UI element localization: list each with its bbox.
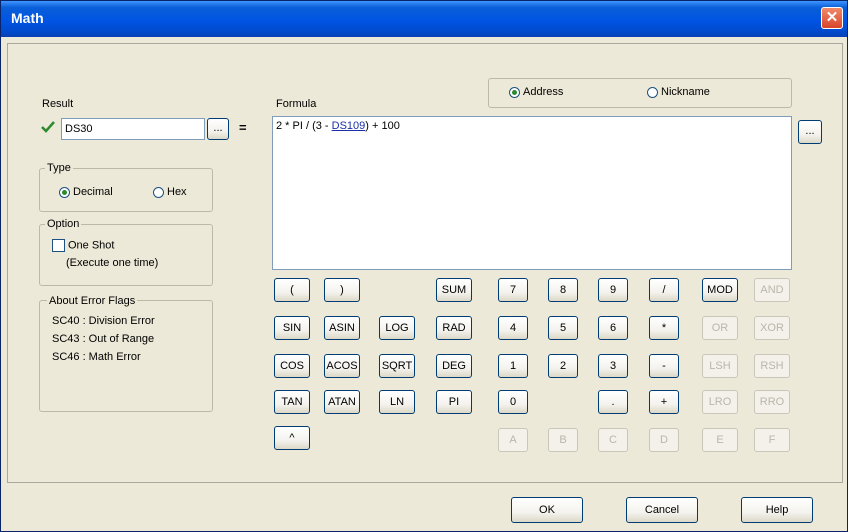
- error-flag-item: SC43 : Out of Range: [52, 333, 155, 345]
- key-1[interactable]: 1: [498, 354, 528, 378]
- key-caret[interactable]: ^: [274, 426, 310, 450]
- key-mod[interactable]: MOD: [702, 278, 738, 302]
- decimal-radio-icon: [59, 186, 70, 198]
- nickname-radio[interactable]: Nickname: [647, 86, 710, 98]
- key-divide[interactable]: /: [649, 278, 679, 302]
- key-or: OR: [702, 316, 738, 340]
- address-label: Address: [523, 86, 564, 98]
- key-lsh: LSH: [702, 354, 738, 378]
- error-flag-item: SC46 : Math Error: [52, 351, 141, 363]
- formula-text-part: ) + 100: [365, 120, 400, 132]
- address-radio-icon: [509, 86, 520, 98]
- formula-editor[interactable]: 2 * PI / (3 - DS109) + 100: [272, 116, 792, 270]
- key-close-paren[interactable]: ): [324, 278, 360, 302]
- one-shot-sublabel: (Execute one time): [66, 257, 159, 269]
- key-sqrt[interactable]: SQRT: [379, 354, 415, 378]
- key-open-paren[interactable]: (: [274, 278, 310, 302]
- key-hex-c: C: [598, 428, 628, 452]
- key-multiply[interactable]: *: [649, 316, 679, 340]
- ok-button[interactable]: OK: [511, 497, 583, 523]
- decimal-label: Decimal: [73, 186, 113, 198]
- key-rro: RRO: [754, 390, 790, 414]
- key-sin[interactable]: SIN: [274, 316, 310, 340]
- dialog-body: Result DS30 ... = Type Decimal Hex Optio…: [7, 43, 843, 483]
- title-bar[interactable]: Math ✕: [1, 1, 847, 37]
- error-flags-group: About Error Flags SC40 : Division Error …: [39, 295, 213, 412]
- address-radio[interactable]: Address: [509, 86, 563, 98]
- nickname-radio-icon: [647, 86, 658, 98]
- key-8[interactable]: 8: [548, 278, 578, 302]
- key-deg[interactable]: DEG: [436, 354, 472, 378]
- key-pi[interactable]: PI: [436, 390, 472, 414]
- option-group-title: Option: [45, 218, 82, 230]
- key-and: AND: [754, 278, 790, 302]
- key-hex-f: F: [754, 428, 790, 452]
- key-add[interactable]: +: [649, 390, 679, 414]
- one-shot-checkbox-box: [52, 239, 65, 252]
- window-title: Math: [11, 10, 44, 26]
- close-icon: ✕: [825, 9, 839, 26]
- key-rsh: RSH: [754, 354, 790, 378]
- option-group: Option One Shot (Execute one time): [39, 218, 213, 286]
- key-xor: XOR: [754, 316, 790, 340]
- key-asin[interactable]: ASIN: [324, 316, 360, 340]
- display-mode-box: Address Nickname: [488, 78, 792, 108]
- formula-text-part: 2 * PI / (3 -: [276, 120, 332, 132]
- check-icon: [41, 120, 55, 134]
- key-subtract[interactable]: -: [649, 354, 679, 378]
- key-hex-e: E: [702, 428, 738, 452]
- key-3[interactable]: 3: [598, 354, 628, 378]
- one-shot-label: One Shot: [68, 239, 115, 252]
- result-browse-button[interactable]: ...: [207, 118, 229, 140]
- key-9[interactable]: 9: [598, 278, 628, 302]
- key-4[interactable]: 4: [498, 316, 528, 340]
- key-tan[interactable]: TAN: [274, 390, 310, 414]
- result-label: Result: [42, 98, 74, 110]
- one-shot-checkbox[interactable]: One Shot: [52, 239, 114, 252]
- result-input[interactable]: DS30: [61, 118, 205, 140]
- key-cos[interactable]: COS: [274, 354, 310, 378]
- key-5[interactable]: 5: [548, 316, 578, 340]
- hex-label: Hex: [167, 186, 187, 198]
- type-group-title: Type: [45, 162, 73, 174]
- error-flags-title: About Error Flags: [47, 295, 138, 307]
- hex-radio[interactable]: Hex: [153, 186, 187, 198]
- key-log[interactable]: LOG: [379, 316, 415, 340]
- key-sum[interactable]: SUM: [436, 278, 472, 302]
- hex-radio-icon: [153, 186, 164, 198]
- key-2[interactable]: 2: [548, 354, 578, 378]
- key-0[interactable]: 0: [498, 390, 528, 414]
- key-lro: LRO: [702, 390, 738, 414]
- key-acos[interactable]: ACOS: [324, 354, 360, 378]
- key-rad[interactable]: RAD: [436, 316, 472, 340]
- math-dialog-window: Math ✕ Result DS30 ... = Type Decimal He…: [0, 0, 848, 532]
- key-7[interactable]: 7: [498, 278, 528, 302]
- key-hex-b: B: [548, 428, 578, 452]
- equals-sign: =: [239, 120, 247, 135]
- type-group: Type Decimal Hex: [39, 162, 213, 212]
- key-decimal-point[interactable]: .: [598, 390, 628, 414]
- nickname-label: Nickname: [661, 86, 710, 98]
- key-ln[interactable]: LN: [379, 390, 415, 414]
- help-button[interactable]: Help: [741, 497, 813, 523]
- key-6[interactable]: 6: [598, 316, 628, 340]
- key-atan[interactable]: ATAN: [324, 390, 360, 414]
- formula-label: Formula: [276, 98, 317, 110]
- formula-address-link[interactable]: DS109: [332, 120, 366, 132]
- error-flag-item: SC40 : Division Error: [52, 315, 155, 327]
- key-hex-a: A: [498, 428, 528, 452]
- key-hex-d: D: [649, 428, 679, 452]
- formula-browse-button[interactable]: ...: [798, 120, 822, 144]
- close-button[interactable]: ✕: [821, 7, 843, 29]
- cancel-button[interactable]: Cancel: [626, 497, 698, 523]
- decimal-radio[interactable]: Decimal: [59, 186, 113, 198]
